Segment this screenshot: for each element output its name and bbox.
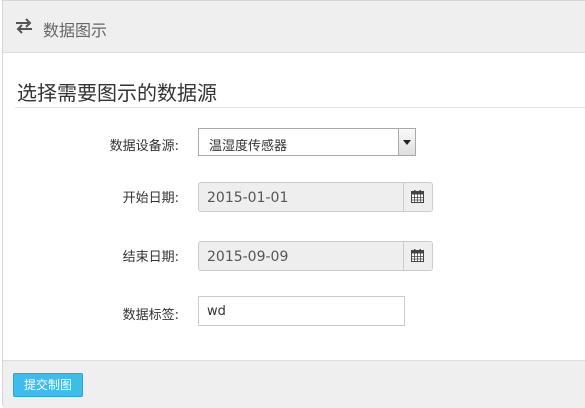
data-tag-label: 数据标签: [122, 308, 179, 323]
end-date-input[interactable]: 2015-09-09 [207, 249, 288, 265]
panel-footer: 提交制图 [3, 360, 585, 408]
device-source-value: 温湿度传感器 [209, 139, 288, 154]
end-date-picker-button[interactable] [403, 242, 432, 270]
data-tag-input[interactable]: wd [198, 296, 405, 326]
panel-title: 数据图示 [43, 21, 108, 40]
start-date-picker-button[interactable] [403, 183, 432, 211]
exchange-arrows-icon [16, 18, 32, 34]
device-source-label: 数据设备源: [109, 139, 179, 154]
data-chart-panel: 数据图示 选择需要图示的数据源 数据设备源: 温湿度传感器 开始日期: 2015… [2, 0, 585, 408]
panel-header: 数据图示 [3, 1, 585, 53]
end-date-label: 结束日期: [122, 250, 179, 265]
calendar-icon [411, 190, 424, 203]
device-source-select[interactable]: 温湿度传感器 [198, 128, 416, 156]
end-date-field[interactable]: 2015-09-09 [198, 241, 433, 271]
start-date-label: 开始日期: [122, 191, 179, 206]
section-title: 选择需要图示的数据源 [17, 81, 217, 105]
chevron-down-icon[interactable] [398, 129, 415, 155]
divider [15, 107, 585, 108]
submit-chart-button[interactable]: 提交制图 [13, 373, 83, 397]
start-date-input[interactable]: 2015-01-01 [207, 190, 288, 206]
start-date-field[interactable]: 2015-01-01 [198, 182, 433, 212]
data-tag-value: wd [207, 304, 226, 319]
calendar-icon [411, 249, 424, 262]
